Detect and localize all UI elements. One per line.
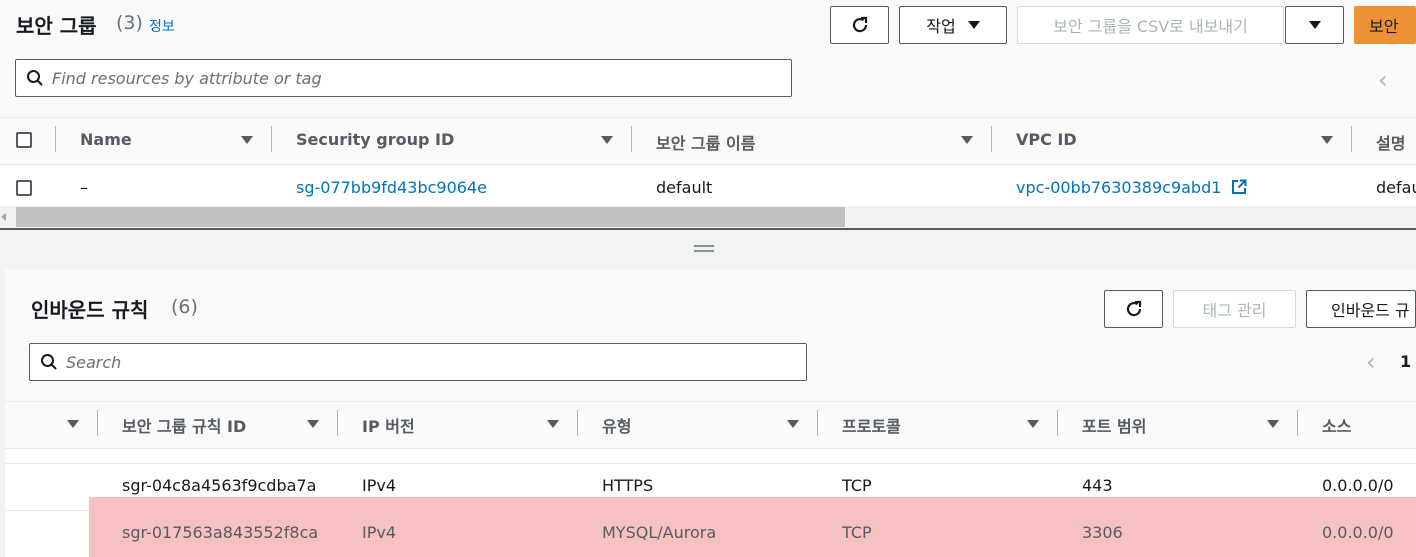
refresh-icon bbox=[1126, 300, 1141, 317]
column-header-vpc-id[interactable]: VPC ID bbox=[1016, 130, 1077, 149]
cell-source: 0.0.0.0/0 bbox=[1322, 476, 1394, 495]
actions-label: 작업 bbox=[926, 17, 956, 36]
vpc-id-link[interactable]: vpc-00bb7630389c9abd1 bbox=[1016, 178, 1247, 197]
export-csv-button[interactable]: 보안 그룹을 CSV로 내보내기 bbox=[1017, 6, 1284, 44]
cell-ip-version: IPv4 bbox=[362, 476, 397, 495]
column-separator bbox=[337, 410, 338, 436]
refresh-button[interactable] bbox=[830, 6, 889, 44]
column-header-type[interactable]: 유형 bbox=[602, 413, 631, 437]
column-header-security-group-name[interactable]: 보안 그룹 이름 bbox=[656, 130, 755, 154]
cell-source: 0.0.0.0/0 bbox=[1322, 523, 1394, 542]
cell-name: – bbox=[80, 178, 88, 197]
cell-rule-id: sgr-04c8a4563f9cdba7a bbox=[122, 476, 317, 495]
export-dropdown-button[interactable] bbox=[1285, 6, 1344, 44]
column-header-name[interactable]: Name bbox=[80, 130, 132, 149]
sort-down-icon[interactable] bbox=[307, 420, 319, 428]
refresh-rules-button[interactable] bbox=[1104, 290, 1163, 328]
sort-down-icon[interactable] bbox=[961, 136, 973, 144]
vpc-id-text: vpc-00bb7630389c9abd1 bbox=[1016, 178, 1222, 197]
caret-down-icon bbox=[967, 21, 980, 29]
sort-down-icon[interactable] bbox=[787, 420, 799, 428]
scrollbar-thumb[interactable] bbox=[16, 207, 845, 227]
column-separator bbox=[631, 126, 632, 152]
sort-down-icon[interactable] bbox=[241, 136, 253, 144]
sort-down-icon[interactable] bbox=[1321, 136, 1333, 144]
search-icon bbox=[27, 70, 43, 86]
rules-search-input[interactable]: Search bbox=[29, 343, 807, 381]
page-number[interactable]: 1 bbox=[1400, 352, 1411, 371]
row-checkbox[interactable] bbox=[16, 180, 32, 196]
cell-port-range: 443 bbox=[1082, 476, 1113, 495]
cell-protocol: TCP bbox=[842, 476, 872, 495]
cell-port-range: 3306 bbox=[1082, 523, 1123, 542]
column-separator bbox=[1297, 410, 1298, 436]
cell-security-group-name: default bbox=[656, 178, 713, 197]
column-separator bbox=[55, 126, 56, 152]
divider bbox=[5, 401, 1416, 402]
drag-handle-icon[interactable] bbox=[694, 250, 714, 252]
cell-ip-version: IPv4 bbox=[362, 523, 397, 542]
resource-search-input[interactable]: Find resources by attribute or tag bbox=[15, 59, 792, 97]
manage-tags-button[interactable]: 태그 관리 bbox=[1173, 290, 1296, 328]
security-groups-panel: 보안 그룹 (3) 정보 작업 보안 그룹을 CSV로 내보내기 보안 Find… bbox=[0, 0, 1416, 228]
create-security-group-button[interactable]: 보안 bbox=[1354, 6, 1416, 44]
search-placeholder: Search bbox=[66, 352, 122, 372]
caret-down-icon bbox=[1308, 21, 1321, 29]
drag-handle-icon[interactable] bbox=[694, 245, 714, 247]
column-separator bbox=[271, 126, 272, 152]
column-separator bbox=[1057, 410, 1058, 436]
column-header-protocol[interactable]: 프로토콜 bbox=[842, 413, 901, 437]
column-header-ip-version[interactable]: IP 버전 bbox=[362, 413, 415, 437]
cell-type: MYSQL/Aurora bbox=[602, 523, 717, 542]
column-header-security-group-id[interactable]: Security group ID bbox=[296, 130, 454, 149]
chevron-left-icon[interactable]: ‹ bbox=[1378, 66, 1388, 94]
security-group-id-link[interactable]: sg-077bb9fd43bc9064e bbox=[296, 178, 487, 197]
column-separator bbox=[991, 126, 992, 152]
inbound-rules-title: 인바운드 규칙 bbox=[31, 298, 149, 322]
split-panel-handle[interactable] bbox=[0, 230, 1416, 270]
inbound-rules-count: (6) bbox=[171, 296, 198, 318]
cell-type: HTTPS bbox=[602, 476, 654, 495]
chevron-left-icon[interactable]: ‹ bbox=[1366, 348, 1376, 376]
column-separator bbox=[1351, 126, 1352, 152]
external-link-icon bbox=[1231, 179, 1246, 194]
scroll-left-icon[interactable] bbox=[1, 213, 6, 221]
actions-button[interactable]: 작업 bbox=[899, 6, 1007, 44]
search-icon bbox=[41, 354, 57, 370]
sort-down-icon[interactable] bbox=[601, 136, 613, 144]
inbound-rules-panel: 인바운드 규칙 (6) 태그 관리 인바운드 규 Search ‹ 1 보안 그… bbox=[0, 270, 1416, 557]
sort-down-icon[interactable] bbox=[1027, 420, 1039, 428]
cell-rule-id: sgr-017563a843552f8ca bbox=[122, 523, 319, 542]
page-title: 보안 그룹 bbox=[16, 14, 97, 38]
column-header-description[interactable]: 설명 bbox=[1376, 130, 1405, 154]
column-header-port-range[interactable]: 포트 범위 bbox=[1082, 413, 1146, 437]
refresh-icon bbox=[852, 16, 867, 33]
table-row[interactable]: sgr-017563a843552f8ca IPv4 MYSQL/Aurora … bbox=[5, 511, 1416, 557]
horizontal-scrollbar[interactable] bbox=[0, 206, 1416, 228]
sort-down-icon[interactable] bbox=[547, 420, 559, 428]
column-separator bbox=[577, 410, 578, 436]
info-link[interactable]: 정보 bbox=[149, 16, 175, 36]
select-all-checkbox[interactable] bbox=[16, 132, 32, 148]
edit-inbound-rules-button[interactable]: 인바운드 규 bbox=[1306, 290, 1416, 328]
column-header-rule-id[interactable]: 보안 그룹 규칙 ID bbox=[122, 413, 246, 437]
security-group-count: (3) bbox=[116, 12, 143, 34]
sort-down-icon[interactable] bbox=[1267, 420, 1279, 428]
search-placeholder: Find resources by attribute or tag bbox=[52, 68, 322, 88]
cell-protocol: TCP bbox=[842, 523, 872, 542]
cell-description: default bbox=[1376, 178, 1416, 197]
column-separator bbox=[817, 410, 818, 436]
column-header-source[interactable]: 소스 bbox=[1322, 413, 1351, 437]
column-separator bbox=[97, 410, 98, 436]
sort-down-icon[interactable] bbox=[67, 420, 79, 428]
